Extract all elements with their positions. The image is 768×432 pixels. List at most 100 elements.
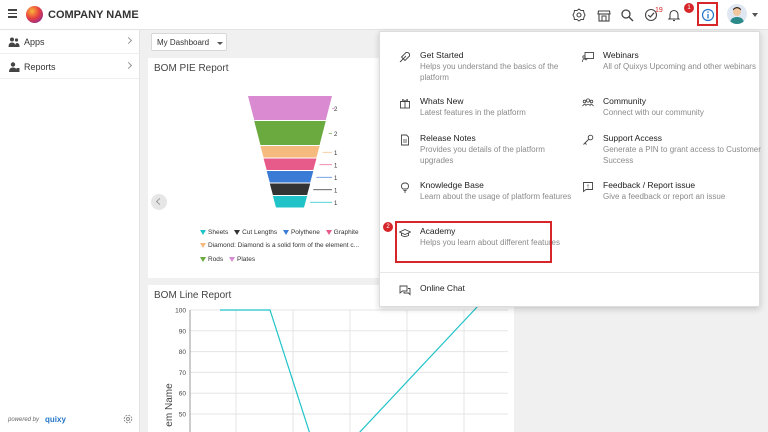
- legend-marker: [229, 256, 235, 262]
- series-line: [220, 305, 479, 432]
- menu-item-webinars[interactable]: Webinars All of Quixys Upcoming and othe…: [582, 50, 762, 90]
- divider: [380, 272, 759, 273]
- menu-item-desc: Provides you details of the platform upg…: [420, 145, 545, 165]
- notification-count: 19: [655, 7, 663, 14]
- menu-item-title: Community: [603, 96, 646, 106]
- chat-icon: [399, 285, 411, 296]
- data-label: 1: [334, 163, 338, 169]
- company-logo: [26, 6, 43, 23]
- menu-item-desc: Helps you understand the basics of the p…: [420, 62, 559, 82]
- funnel-slice[interactable]: [260, 146, 320, 158]
- sidebar-item-apps[interactable]: Apps: [0, 30, 139, 54]
- search-icon[interactable]: [620, 8, 634, 22]
- legend-marker: [325, 229, 332, 235]
- funnel-slice[interactable]: [248, 96, 332, 120]
- card-title: BOM PIE Report: [154, 63, 229, 74]
- funnel-slice[interactable]: [263, 158, 317, 171]
- funnel-slice[interactable]: [272, 196, 308, 208]
- menu-item-get-started[interactable]: Get Started Helps you understand the bas…: [399, 50, 579, 90]
- y-axis-label: em Name: [164, 383, 175, 427]
- y-tick-label: 70: [179, 370, 187, 377]
- data-label: 1: [334, 201, 338, 207]
- sidebar-item-label: Reports: [24, 62, 56, 72]
- presentation-icon: [582, 52, 594, 63]
- menu-item-knowledge-base[interactable]: Knowledge Base Learn about the usage of …: [399, 180, 579, 220]
- settings-icon[interactable]: [123, 414, 133, 424]
- menu-item-title: Whats New: [420, 96, 464, 106]
- reports-user-icon: [9, 62, 20, 72]
- company-name: COMPANY NAME: [48, 9, 139, 21]
- community-icon: [582, 98, 594, 107]
- data-label: 1: [334, 176, 338, 182]
- funnel-slice[interactable]: [254, 121, 326, 145]
- feedback-icon: [583, 182, 593, 193]
- data-label: 1: [334, 188, 338, 194]
- sidebar-item-label: Apps: [24, 37, 45, 47]
- data-label: 2: [334, 107, 338, 113]
- carousel-prev-button[interactable]: [151, 194, 167, 210]
- bell-icon[interactable]: [667, 8, 681, 22]
- legend-item: Plates: [229, 256, 255, 263]
- funnel-slice[interactable]: [266, 171, 314, 183]
- academy-highlight: [395, 221, 552, 263]
- avatar[interactable]: [727, 4, 747, 24]
- dashboard-select-label: My Dashboard: [157, 38, 210, 47]
- gift-icon: [400, 99, 410, 109]
- legend-item: Graphite: [325, 229, 359, 236]
- funnel-chart: 2 2 1 1 1 1 1: [248, 96, 338, 208]
- menu-item-support-access[interactable]: Support Access Generate a PIN to grant a…: [582, 133, 762, 173]
- legend-marker: [200, 242, 206, 248]
- chevron-right-icon: [124, 61, 133, 70]
- menu-item-desc: Latest features in the platform: [420, 108, 526, 117]
- menu-item-desc: Give a feedback or report an issue: [603, 192, 726, 201]
- rocket-icon: [399, 51, 411, 63]
- legend-item: Sheets: [200, 229, 228, 236]
- menu-item-feedback[interactable]: Feedback / Report issue Give a feedback …: [582, 180, 762, 220]
- y-tick-label: 90: [179, 328, 187, 335]
- menu-item-release-notes[interactable]: Release Notes Provides you details of th…: [399, 133, 579, 173]
- menu-item-desc: Generate a PIN to grant access to Custom…: [603, 145, 761, 165]
- quixy-logo: quixy: [45, 415, 66, 424]
- data-label: 2: [334, 132, 338, 138]
- legend-item: Rods: [200, 256, 223, 263]
- menu-item-online-chat[interactable]: Online Chat: [399, 283, 579, 299]
- menu-item-title: Support Access: [603, 133, 663, 143]
- chevron-down-icon: [217, 42, 223, 45]
- y-tick-label: 50: [179, 412, 187, 419]
- lightbulb-icon: [400, 182, 410, 193]
- chart-legend: Rods Plates: [200, 256, 259, 263]
- line-chart: 100908070605040em Name: [164, 305, 508, 432]
- chart-legend: Sheets Cut Lengths Polythene Graphite: [200, 229, 363, 236]
- y-tick-label: 60: [179, 391, 187, 398]
- user-avatar-icon: [730, 7, 744, 24]
- funnel-slice[interactable]: [269, 183, 311, 196]
- menu-item-title: Release Notes: [420, 133, 476, 143]
- y-tick-label: 80: [179, 349, 187, 356]
- chevron-down-icon[interactable]: [752, 13, 758, 17]
- menu-item-title: Feedback / Report issue: [603, 180, 696, 190]
- info-icon[interactable]: [701, 8, 715, 22]
- step-2-badge: 2: [383, 222, 393, 232]
- y-tick-label: 100: [175, 308, 186, 315]
- legend-marker: [200, 256, 206, 262]
- menu-item-title: Online Chat: [420, 283, 465, 293]
- menu-item-title: Webinars: [603, 50, 639, 60]
- powered-by-text: powered by: [8, 417, 40, 423]
- menu-item-community[interactable]: Community Connect with our community: [582, 96, 762, 136]
- chevron-right-icon: [124, 36, 133, 45]
- legend-item: Diamond: Diamond is a solid form of the …: [200, 242, 359, 249]
- store-icon[interactable]: [597, 8, 611, 22]
- settings-icon[interactable]: [572, 8, 586, 22]
- step-1-badge: 1: [684, 3, 694, 13]
- menu-item-title: Get Started: [420, 50, 464, 60]
- menu-item-desc: Learn about the usage of platform featur…: [420, 192, 572, 201]
- legend-marker: [200, 229, 206, 235]
- legend-marker: [234, 229, 241, 235]
- dashboard-select[interactable]: My Dashboard: [151, 33, 227, 51]
- apps-users-icon: [8, 37, 20, 47]
- key-icon: [583, 134, 594, 145]
- sidebar-item-reports[interactable]: Reports: [0, 55, 139, 79]
- menu-icon[interactable]: [8, 9, 17, 18]
- menu-item-whats-new[interactable]: Whats New Latest features in the platfor…: [399, 96, 579, 136]
- legend-item: Polythene: [282, 229, 320, 236]
